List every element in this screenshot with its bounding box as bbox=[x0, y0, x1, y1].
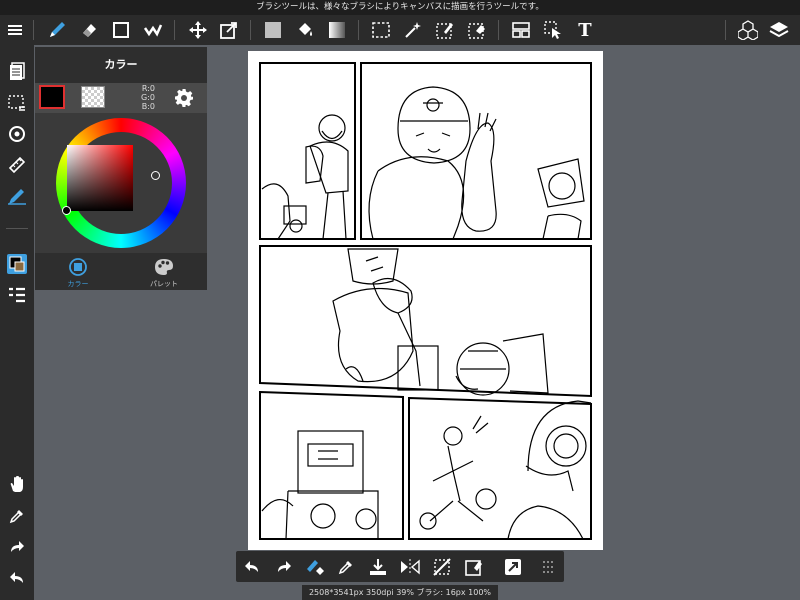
eraser-icon[interactable] bbox=[76, 18, 102, 42]
swatch-row: R:0 G:0 B:0 bbox=[35, 83, 207, 113]
foreground-color-swatch[interactable] bbox=[39, 85, 65, 109]
saturation-value-square[interactable] bbox=[67, 145, 133, 211]
palette-icon bbox=[154, 257, 174, 277]
gradient-icon[interactable] bbox=[324, 18, 350, 42]
magic-wand-icon[interactable] bbox=[400, 18, 426, 42]
transform-selection-icon[interactable] bbox=[462, 555, 486, 578]
ruler-icon[interactable] bbox=[4, 153, 30, 177]
color-swatch-icon[interactable] bbox=[4, 252, 30, 276]
brush-icon[interactable] bbox=[44, 18, 70, 42]
manga-artwork bbox=[259, 62, 592, 540]
hue-knob[interactable] bbox=[151, 171, 160, 180]
eyedropper-icon[interactable] bbox=[4, 504, 30, 528]
undo-action-icon[interactable] bbox=[240, 555, 264, 578]
fill-square-icon[interactable] bbox=[260, 18, 286, 42]
save-download-icon[interactable] bbox=[366, 555, 390, 578]
canvas-status-bar: 2508*3541px 350dpi 39% ブラシ: 16px 100% bbox=[302, 585, 498, 600]
tab-color-label: カラー bbox=[67, 280, 89, 288]
eyedropper-action-icon[interactable] bbox=[334, 555, 358, 578]
gear-icon[interactable] bbox=[173, 87, 195, 109]
operation-icon[interactable] bbox=[540, 18, 566, 42]
red-value: R:0 bbox=[141, 84, 155, 93]
pages-icon[interactable] bbox=[4, 59, 30, 83]
undo-icon[interactable] bbox=[4, 566, 30, 590]
green-value: G:0 bbox=[141, 93, 155, 102]
clear-layer-icon[interactable] bbox=[430, 555, 454, 578]
canvas[interactable] bbox=[248, 51, 603, 550]
select-pen-icon[interactable] bbox=[432, 18, 458, 42]
flip-horizontal-icon[interactable] bbox=[398, 555, 422, 578]
dot-brush-icon[interactable] bbox=[140, 18, 166, 42]
brush-settings-icon[interactable] bbox=[4, 184, 30, 208]
bucket-icon[interactable] bbox=[292, 18, 318, 42]
left-toolbar bbox=[0, 45, 34, 600]
panel-divide-icon[interactable] bbox=[508, 18, 534, 42]
move-icon[interactable] bbox=[185, 18, 211, 42]
transform-icon[interactable] bbox=[216, 18, 242, 42]
tab-color[interactable]: カラー bbox=[35, 253, 121, 290]
background-color-swatch[interactable] bbox=[81, 86, 105, 108]
brush-eraser-toggle-icon[interactable] bbox=[303, 555, 327, 578]
select-eraser-icon[interactable] bbox=[464, 18, 490, 42]
color-panel-title: カラー bbox=[35, 47, 207, 83]
text-icon[interactable]: T bbox=[572, 18, 598, 42]
saturation-knob[interactable] bbox=[62, 206, 71, 215]
rotate-view-icon[interactable] bbox=[4, 122, 30, 146]
selection-icon[interactable] bbox=[4, 91, 30, 115]
tab-palette[interactable]: パレット bbox=[121, 253, 207, 290]
hand-icon[interactable] bbox=[4, 472, 30, 496]
blue-value: B:0 bbox=[141, 102, 155, 111]
3d-cubes-icon[interactable] bbox=[735, 18, 761, 42]
color-picker bbox=[35, 113, 207, 253]
color-panel: カラー R:0 G:0 B:0 カラー パレット bbox=[35, 47, 207, 290]
layers-icon[interactable] bbox=[766, 18, 792, 42]
shape-icon[interactable] bbox=[108, 18, 134, 42]
color-panel-tabs: カラー パレット bbox=[35, 253, 207, 290]
more-grid-icon[interactable] bbox=[536, 555, 560, 578]
select-rect-icon[interactable] bbox=[368, 18, 394, 42]
redo-action-icon[interactable] bbox=[272, 555, 296, 578]
quick-action-icon[interactable] bbox=[501, 555, 525, 578]
menu-icon[interactable] bbox=[2, 18, 28, 42]
tab-palette-label: パレット bbox=[150, 280, 178, 288]
layer-list-icon[interactable] bbox=[4, 283, 30, 307]
tool-tip-bar: ブラシツールは、様々なブラシによりキャンバスに描画を行うツールです。 bbox=[0, 0, 800, 15]
redo-icon[interactable] bbox=[4, 535, 30, 559]
color-tab-icon bbox=[68, 257, 88, 277]
top-toolbar: T bbox=[0, 15, 800, 45]
bottom-action-bar bbox=[236, 551, 564, 582]
